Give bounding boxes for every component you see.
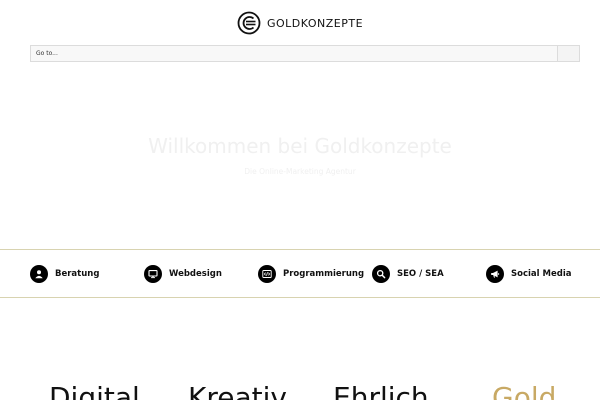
service-label: Programmierung: [283, 268, 365, 279]
service-label: Webdesign: [169, 268, 222, 279]
search-icon: [372, 264, 390, 283]
services-bar: Beratung Webdesign Programmierung SEO / …: [0, 249, 600, 298]
megaphone-icon: [486, 264, 504, 283]
nav-select-toggle[interactable]: [557, 46, 579, 61]
service-beratung[interactable]: Beratung: [30, 250, 99, 297]
site-header: GOLDKONZEPTE: [0, 8, 600, 38]
logo-text: GOLDKONZEPTE: [266, 16, 364, 30]
service-webdesign[interactable]: Webdesign: [144, 250, 222, 297]
nav-select-label: Go to...: [36, 50, 58, 57]
value-word-kreativ: Kreativ: [188, 381, 287, 400]
service-label: Social Media: [511, 268, 572, 279]
logo[interactable]: GOLDKONZEPTE: [237, 11, 363, 35]
service-label: Beratung: [55, 268, 100, 279]
nav-select[interactable]: Go to...: [30, 45, 580, 62]
value-word-ehrlich: Ehrlich: [333, 381, 429, 400]
service-seo-sea[interactable]: SEO / SEA: [372, 250, 444, 297]
hero-title: Willkommen bei Goldkonzepte: [148, 134, 452, 158]
service-social-media[interactable]: Social Media: [486, 250, 571, 297]
monitor-icon: [144, 264, 162, 283]
value-word-gold: Gold: [492, 381, 557, 400]
hero-subtitle: Die Online-Marketing Agentur: [244, 167, 356, 176]
service-programmierung[interactable]: Programmierung: [258, 250, 364, 297]
value-word-digital: Digital: [49, 381, 140, 400]
logo-icon: [237, 11, 261, 35]
code-icon: [258, 264, 276, 283]
user-icon: [30, 264, 48, 283]
page: GOLDKONZEPTE Go to... Willkommen bei Gol…: [0, 0, 600, 400]
service-label: SEO / SEA: [397, 268, 444, 279]
